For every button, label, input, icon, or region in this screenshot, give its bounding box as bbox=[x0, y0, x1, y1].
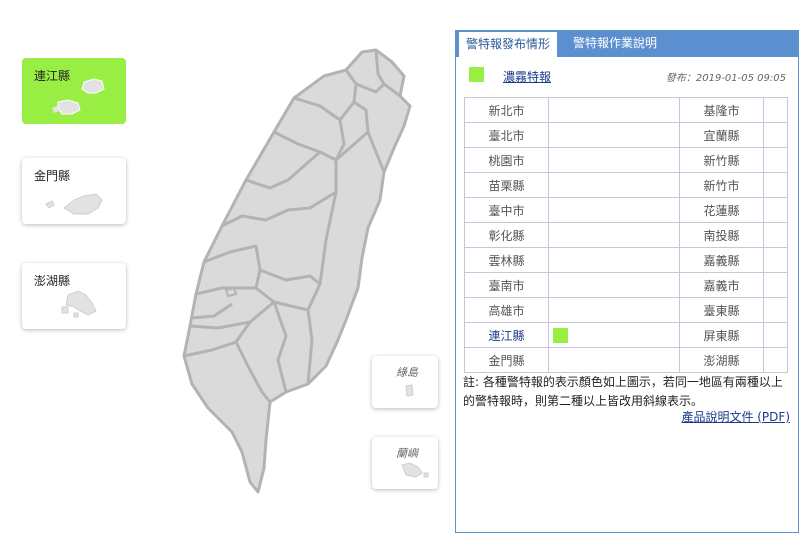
region-alert-cell bbox=[763, 222, 788, 248]
island-box-orchid-island[interactable]: 蘭嶼 bbox=[372, 437, 438, 489]
region-alert-cell bbox=[763, 172, 788, 198]
tab-bar: 警特報發布情形 警特報作業說明 bbox=[456, 30, 798, 57]
island-box-green-island[interactable]: 綠島 bbox=[372, 356, 438, 408]
region-name-cell[interactable]: 苗栗縣 bbox=[464, 172, 549, 198]
island-box-lienchiang[interactable]: 連江縣 bbox=[22, 58, 126, 124]
table-row: 臺北市 宜蘭縣 bbox=[464, 122, 788, 148]
legend-color-swatch bbox=[469, 67, 484, 82]
region-alert-cell bbox=[548, 122, 680, 148]
table-row: 彰化縣 南投縣 bbox=[464, 222, 788, 248]
region-alert-cell bbox=[763, 347, 788, 373]
region-name-cell[interactable]: 高雄市 bbox=[464, 297, 549, 323]
region-alert-cell bbox=[763, 122, 788, 148]
region-name-cell[interactable]: 嘉義縣 bbox=[679, 247, 764, 273]
tab-warning-status[interactable]: 警特報發布情形 bbox=[459, 32, 558, 57]
region-alert-cell bbox=[763, 297, 788, 323]
tab-warning-operation[interactable]: 警特報作業說明 bbox=[566, 30, 664, 57]
table-row: 新北市 基隆市 bbox=[464, 97, 788, 123]
region-alert-cell bbox=[548, 97, 680, 123]
publish-time: 發布：2019-01-05 09:05 bbox=[665, 73, 786, 84]
region-alert-cell bbox=[548, 322, 680, 348]
region-alert-cell bbox=[548, 272, 680, 298]
region-alert-cell bbox=[548, 347, 680, 373]
region-alert-cell bbox=[548, 147, 680, 173]
region-name-cell[interactable]: 雲林縣 bbox=[464, 247, 549, 273]
taiwan-main-outline bbox=[182, 48, 412, 494]
island-box-kinmen[interactable]: 金門縣 bbox=[22, 158, 126, 224]
island-box-penghu[interactable]: 澎湖縣 bbox=[22, 263, 126, 329]
region-name-cell[interactable]: 臺中市 bbox=[464, 197, 549, 223]
region-alert-cell bbox=[548, 172, 680, 198]
region-alert-cell bbox=[763, 247, 788, 273]
alert-color-swatch bbox=[553, 327, 568, 343]
region-name-cell[interactable]: 新北市 bbox=[464, 97, 549, 123]
region-name-cell[interactable]: 金門縣 bbox=[464, 347, 549, 373]
note-text: 註: 各種警特報的表示顏色如上圖示，若同一地區有兩種以上的警特報時，則第二種以上… bbox=[463, 375, 783, 408]
taiwan-map[interactable] bbox=[170, 40, 440, 500]
lienchiang-map-shape bbox=[52, 78, 105, 115]
region-alert-cell bbox=[548, 222, 680, 248]
region-alert-cell bbox=[763, 272, 788, 298]
green-island-map-shape bbox=[405, 384, 414, 397]
table-row: 臺南市 嘉義市 bbox=[464, 272, 788, 298]
region-alert-cell bbox=[763, 147, 788, 173]
warning-panel: 警特報發布情形 警特報作業說明 濃霧特報 發布：2019-01-05 09:05… bbox=[455, 30, 799, 533]
kinmen-map-shape bbox=[45, 193, 103, 215]
region-name-cell[interactable]: 桃園市 bbox=[464, 147, 549, 173]
table-row: 臺中市 花蓮縣 bbox=[464, 197, 788, 223]
table-row: 連江縣 屏東縣 bbox=[464, 322, 788, 348]
region-alert-cell bbox=[548, 247, 680, 273]
region-table: 新北市 基隆市 臺北市 宜蘭縣 桃園市 新竹縣 苗栗縣 新竹市 臺中市 花蓮縣 彰化縣 南投縣 雲林縣嘉… bbox=[464, 97, 788, 373]
table-row: 桃園市 新竹縣 bbox=[464, 147, 788, 173]
region-alert-cell bbox=[763, 97, 788, 123]
region-name-cell[interactable]: 連江縣 bbox=[464, 322, 549, 348]
region-name-cell[interactable]: 嘉義市 bbox=[679, 272, 764, 298]
pdf-document-link[interactable]: 產品說明文件 (PDF) bbox=[681, 408, 790, 425]
penghu-map-shape bbox=[61, 290, 97, 318]
legend-dense-fog-link[interactable]: 濃霧特報 bbox=[503, 68, 551, 85]
region-name-cell[interactable]: 基隆市 bbox=[679, 97, 764, 123]
region-name-cell[interactable]: 臺南市 bbox=[464, 272, 549, 298]
region-alert-cell bbox=[548, 297, 680, 323]
region-name-cell[interactable]: 臺東縣 bbox=[679, 297, 764, 323]
table-row: 金門縣 澎湖縣 bbox=[464, 347, 788, 373]
region-alert-cell bbox=[763, 322, 788, 348]
region-name-cell[interactable]: 屏東縣 bbox=[679, 322, 764, 348]
region-name-cell[interactable]: 宜蘭縣 bbox=[679, 122, 764, 148]
table-row: 高雄市 臺東縣 bbox=[464, 297, 788, 323]
table-row: 雲林縣 嘉義縣 bbox=[464, 247, 788, 273]
region-name-cell[interactable]: 新竹市 bbox=[679, 172, 764, 198]
region-name-cell[interactable]: 花蓮縣 bbox=[679, 197, 764, 223]
region-alert-cell bbox=[548, 197, 680, 223]
orchid-island-map-shape bbox=[401, 462, 429, 478]
region-alert-cell bbox=[763, 197, 788, 223]
region-name-cell[interactable]: 南投縣 bbox=[679, 222, 764, 248]
tainan-enclave bbox=[224, 286, 238, 298]
region-name-cell[interactable]: 新竹縣 bbox=[679, 147, 764, 173]
region-name-cell[interactable]: 澎湖縣 bbox=[679, 347, 764, 373]
region-name-cell[interactable]: 臺北市 bbox=[464, 122, 549, 148]
table-row: 苗栗縣 新竹市 bbox=[464, 172, 788, 198]
region-name-cell[interactable]: 彰化縣 bbox=[464, 222, 549, 248]
